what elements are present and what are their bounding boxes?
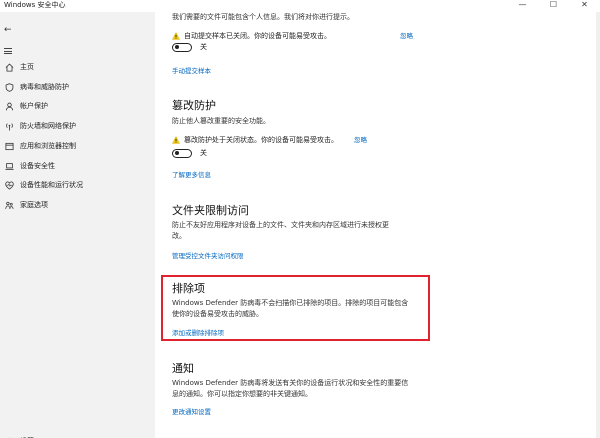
sample-submission-desc: 我们需要的文件可能包含个人信息。我们将对你进行提示。	[172, 13, 354, 21]
sidebar-item-account-protection[interactable]: 帐户保护	[0, 98, 155, 114]
sidebar-item-label: 设备性能和运行状况	[20, 181, 83, 189]
tamper-protection-desc: 防止他人篡改重要的安全功能。	[172, 117, 270, 125]
tamper-protection-title: 篡改防护	[172, 99, 216, 112]
main-content: 我们需要的文件可能包含个人信息。我们将对你进行提示。 自动提交样本已关闭。你的设…	[155, 12, 600, 438]
sidebar-item-label: 帐户保护	[20, 102, 48, 110]
antenna-icon	[4, 121, 14, 131]
sidebar-item-device-performance[interactable]: 设备性能和运行状况	[0, 177, 155, 193]
toggle-state-label: 关	[200, 149, 207, 157]
change-notification-settings-link[interactable]: 更改通知设置	[172, 407, 211, 417]
sidebar-item-home[interactable]: 主页	[0, 59, 155, 75]
folder-access-desc-line1: 防止不友好应用程序对设备上的文件、文件夹和内存区域进行未授权更	[172, 221, 389, 229]
manual-submit-link[interactable]: 手动提交样本	[172, 66, 211, 76]
scrollbar[interactable]	[596, 12, 600, 438]
sidebar-item-label: 应用和浏览器控制	[20, 142, 76, 150]
sidebar-item-firewall[interactable]: 防火墙和网络保护	[0, 118, 155, 134]
folder-access-title: 文件夹限制访问	[172, 204, 249, 217]
maximize-button[interactable]: ☐	[538, 0, 569, 10]
heart-pulse-icon	[4, 180, 14, 190]
shield-icon	[4, 82, 14, 92]
title-bar: Windows 安全中心 — ☐ ✕	[0, 0, 600, 12]
sidebar-item-label: 病毒和威胁防护	[20, 83, 69, 91]
sidebar-item-family-options[interactable]: 家庭选项	[0, 197, 155, 213]
notifications-desc-line2: 息的通知。你可以指定你想要的非关键通知。	[172, 390, 312, 398]
manage-folder-access-link[interactable]: 管理受控文件夹访问权限	[172, 251, 244, 261]
sample-warning-text: 自动提交样本已关闭。你的设备可能易受攻击。	[184, 32, 331, 40]
sidebar-item-label: 设备安全性	[20, 162, 55, 170]
back-arrow-icon[interactable]: ←	[4, 25, 12, 35]
sidebar-item-label: 防火墙和网络保护	[20, 122, 76, 130]
app-window-icon	[4, 141, 14, 151]
sample-submission-toggle[interactable]	[172, 42, 192, 52]
window-controls: — ☐ ✕	[507, 0, 600, 10]
sidebar-item-label: 家庭选项	[20, 201, 48, 209]
sample-toggle-row: 关	[172, 42, 207, 52]
sample-dismiss-link[interactable]: 忽略	[400, 31, 413, 41]
hamburger-menu-icon[interactable]	[4, 48, 12, 54]
tamper-dismiss-link[interactable]: 忽略	[354, 135, 367, 145]
tamper-toggle-row: 关	[172, 148, 207, 158]
tamper-warning: 篡改防护处于关闭状态。你的设备可能易受攻击。	[172, 135, 338, 145]
person-icon	[4, 101, 14, 111]
minimize-button[interactable]: —	[507, 0, 538, 10]
sidebar-item-virus-protection[interactable]: 病毒和威胁防护	[0, 79, 155, 95]
sidebar-item-label: 主页	[20, 63, 34, 71]
tamper-warning-text: 篡改防护处于关闭状态。你的设备可能易受攻击。	[184, 136, 338, 144]
sidebar: ← 主页 病毒和威胁防护 帐户保护 防火墙和网络保护 应用和浏览器控制 设备安全…	[0, 12, 155, 438]
window-title: Windows 安全中心	[4, 1, 66, 9]
exclusions-highlight-box	[161, 275, 430, 341]
sidebar-item-app-browser-control[interactable]: 应用和浏览器控制	[0, 138, 155, 154]
learn-more-link[interactable]: 了解更多信息	[172, 170, 211, 180]
family-icon	[4, 200, 14, 210]
laptop-icon	[4, 161, 14, 171]
warning-icon	[172, 136, 180, 144]
sample-warning: 自动提交样本已关闭。你的设备可能易受攻击。	[172, 31, 331, 41]
sidebar-item-device-security[interactable]: 设备安全性	[0, 158, 155, 174]
notifications-title: 通知	[172, 362, 194, 375]
toggle-state-label: 关	[200, 43, 207, 51]
folder-access-desc-line2: 改。	[172, 232, 186, 240]
tamper-protection-toggle[interactable]	[172, 148, 192, 158]
close-button[interactable]: ✕	[569, 0, 600, 10]
notifications-desc-line1: Windows Defender 防病毒将发送有关你的设备运行状况和安全性的重要…	[172, 379, 409, 387]
warning-icon	[172, 32, 180, 40]
home-icon	[4, 62, 14, 72]
